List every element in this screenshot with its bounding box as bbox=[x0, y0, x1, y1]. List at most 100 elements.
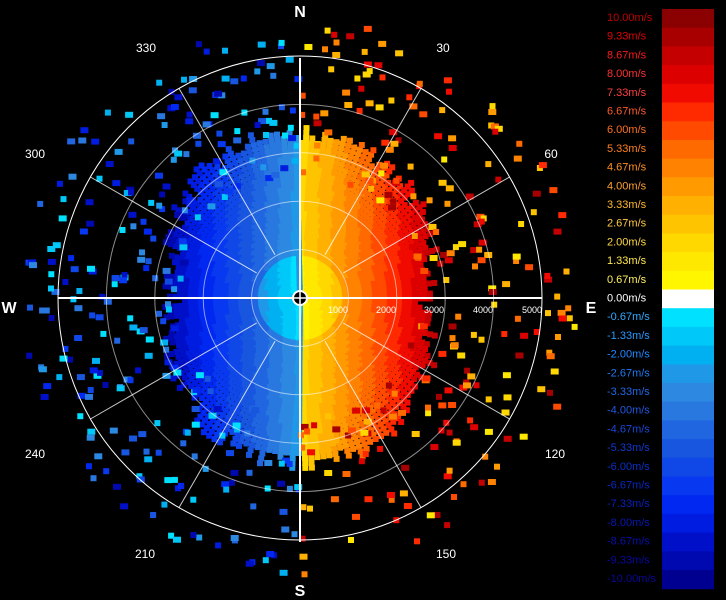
velocity-cell bbox=[326, 452, 333, 459]
velocity-cell bbox=[472, 263, 478, 270]
velocity-cell bbox=[518, 221, 525, 227]
velocity-cell bbox=[278, 460, 285, 467]
velocity-cell bbox=[431, 280, 438, 286]
velocity-cell bbox=[282, 132, 288, 139]
velocity-cell bbox=[446, 88, 452, 95]
velocity-cell bbox=[70, 266, 79, 273]
velocity-cell bbox=[240, 75, 247, 82]
velocity-cell bbox=[549, 187, 558, 194]
velocity-cell bbox=[279, 569, 288, 576]
velocity-cell bbox=[215, 542, 222, 549]
velocity-cell bbox=[113, 483, 121, 490]
velocity-cell bbox=[145, 336, 154, 343]
velocity-cell bbox=[470, 424, 479, 431]
velocity-cell bbox=[234, 128, 241, 135]
velocity-cell bbox=[455, 313, 462, 320]
velocity-cell bbox=[408, 187, 415, 194]
velocity-cell bbox=[150, 235, 157, 242]
velocity-cell bbox=[565, 305, 572, 312]
velocity-cell bbox=[262, 108, 269, 115]
velocity-cell bbox=[398, 409, 406, 416]
velocity-cell bbox=[484, 428, 493, 435]
velocity-cell bbox=[390, 198, 397, 205]
velocity-cell bbox=[294, 76, 303, 83]
velocity-cell bbox=[128, 211, 137, 218]
velocity-cell bbox=[512, 253, 521, 260]
velocity-cell bbox=[571, 323, 578, 330]
velocity-cell bbox=[256, 140, 263, 147]
velocity-cell bbox=[200, 429, 207, 436]
velocity-cell bbox=[351, 144, 358, 151]
velocity-cell bbox=[97, 369, 103, 376]
velocity-cell bbox=[27, 304, 33, 311]
velocity-cell bbox=[87, 387, 94, 393]
velocity-cell bbox=[303, 125, 310, 132]
velocity-cell bbox=[92, 357, 100, 364]
velocity-cell bbox=[314, 454, 321, 461]
velocity-cell bbox=[380, 162, 388, 169]
velocity-cell bbox=[407, 342, 414, 349]
velocity-cell bbox=[225, 188, 234, 195]
velocity-cell bbox=[501, 331, 508, 337]
velocity-cell bbox=[363, 25, 372, 32]
velocity-cell bbox=[333, 39, 340, 46]
velocity-cell bbox=[281, 526, 290, 533]
velocity-cell bbox=[266, 446, 273, 453]
velocity-cell bbox=[445, 185, 454, 192]
velocity-cell bbox=[502, 281, 511, 288]
velocity-cell bbox=[380, 407, 387, 414]
velocity-cell bbox=[291, 531, 298, 538]
velocity-cell bbox=[362, 451, 369, 457]
velocity-cell bbox=[161, 501, 168, 508]
velocity-cell bbox=[246, 469, 253, 476]
velocity-cell bbox=[488, 109, 497, 115]
velocity-cell bbox=[188, 87, 197, 94]
velocity-cell bbox=[261, 430, 267, 437]
velocity-cell bbox=[235, 152, 242, 159]
velocity-cell bbox=[372, 436, 379, 442]
velocity-cell bbox=[233, 436, 240, 443]
velocity-cell bbox=[56, 180, 63, 187]
velocity-cell bbox=[85, 199, 94, 206]
velocity-cell bbox=[78, 137, 87, 144]
velocity-cell bbox=[47, 258, 56, 265]
velocity-cell bbox=[391, 390, 398, 397]
velocity-cell bbox=[460, 481, 467, 488]
velocity-cell bbox=[395, 50, 404, 57]
velocity-cell bbox=[446, 467, 453, 474]
velocity-cell bbox=[385, 382, 392, 389]
velocity-cell bbox=[554, 293, 561, 300]
velocity-cell bbox=[190, 496, 197, 503]
velocity-cell bbox=[525, 264, 534, 271]
velocity-cell bbox=[263, 132, 269, 138]
velocity-cell bbox=[204, 375, 211, 382]
velocity-cell bbox=[431, 332, 438, 339]
velocity-cell bbox=[345, 452, 352, 459]
velocity-cell bbox=[156, 310, 162, 317]
velocity-cell bbox=[515, 352, 524, 359]
velocity-cell bbox=[537, 386, 546, 393]
velocity-cell bbox=[257, 460, 263, 467]
velocity-cell bbox=[464, 367, 471, 374]
velocity-cell bbox=[274, 131, 280, 138]
velocity-cell bbox=[448, 145, 457, 151]
velocity-cell bbox=[148, 199, 155, 206]
velocity-cell bbox=[168, 252, 175, 259]
velocity-cell bbox=[519, 433, 528, 440]
velocity-cell bbox=[112, 180, 121, 187]
velocity-cell bbox=[430, 444, 439, 450]
velocity-cell bbox=[206, 163, 213, 169]
velocity-cell bbox=[322, 46, 328, 53]
velocity-cell bbox=[139, 249, 145, 256]
velocity-cell bbox=[320, 453, 327, 460]
velocity-cell bbox=[557, 309, 566, 316]
velocity-cell bbox=[436, 393, 442, 400]
velocity-cell bbox=[280, 165, 289, 172]
velocity-cell bbox=[114, 148, 123, 155]
velocity-cell bbox=[470, 247, 477, 254]
velocity-cell bbox=[389, 164, 396, 171]
velocity-cell bbox=[333, 139, 340, 146]
velocity-cell bbox=[74, 335, 83, 341]
velocity-cell bbox=[340, 135, 347, 142]
velocity-cell bbox=[171, 204, 178, 211]
